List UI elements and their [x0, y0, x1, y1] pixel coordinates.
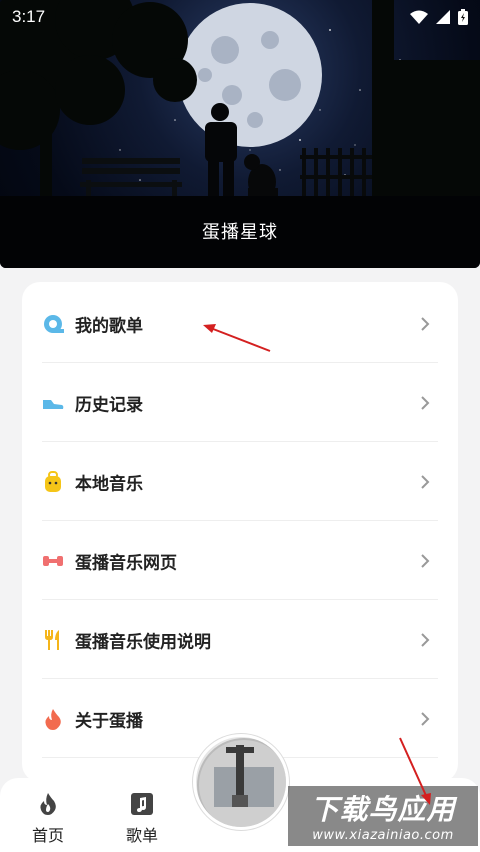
flame-nav-icon: [40, 793, 56, 815]
menu-item-label: 蛋播音乐使用说明: [75, 632, 211, 652]
shoe-icon: [43, 399, 64, 409]
wifi-icon: [410, 10, 428, 24]
chevron-right-icon: [421, 553, 430, 568]
status-time: 3:17: [12, 7, 46, 26]
watermark: 下载鸟应用 www.xiazainiao.com: [288, 786, 478, 846]
chevron-right-icon: [421, 474, 430, 489]
menu-item-my-playlist[interactable]: 我的歌单: [22, 284, 458, 363]
status-icons: [410, 9, 468, 25]
status-bar: 3:17: [0, 0, 480, 34]
chevron-right-icon: [421, 632, 430, 647]
menu-item-label: 我的歌单: [75, 316, 143, 336]
menu-card: 我的歌单 历史记录 本地音乐 蛋播音乐网页 蛋播音乐使用说明 关于蛋播: [22, 282, 458, 782]
menu-item-instructions[interactable]: 蛋播音乐使用说明: [22, 600, 458, 679]
nav-home-label: 首页: [31, 826, 64, 845]
dog-silhouette: [244, 154, 278, 200]
now-playing-disc[interactable]: [193, 734, 289, 830]
flame-icon: [45, 708, 61, 730]
nav-playlist[interactable]: 歌单: [112, 788, 172, 848]
watermark-sub: www.xiazainiao.com: [312, 828, 454, 843]
planet-title: 蛋播星球: [202, 222, 278, 243]
watermark-main: 下载鸟应用: [310, 793, 456, 826]
signal-icon: [436, 10, 450, 24]
menu-item-label: 本地音乐: [75, 474, 143, 494]
nav-playlist-label: 歌单: [125, 826, 158, 845]
menu-item-web[interactable]: 蛋播音乐网页: [22, 521, 458, 600]
battery-icon: [458, 9, 468, 25]
playlist-icon: [44, 314, 64, 333]
header-banner: 3:17 蛋播星球: [0, 0, 480, 268]
menu-item-history[interactable]: 历史记录: [22, 363, 458, 442]
music-note-icon: [131, 793, 153, 815]
nav-home[interactable]: 首页: [18, 788, 78, 848]
chevron-right-icon: [421, 395, 430, 410]
menu-item-label: 蛋播音乐网页: [75, 553, 177, 573]
utensils-icon: [45, 629, 59, 650]
menu-item-label: 历史记录: [75, 395, 143, 415]
menu-item-label: 关于蛋播: [75, 711, 143, 731]
menu-item-local-music[interactable]: 本地音乐: [22, 442, 458, 521]
chevron-right-icon: [421, 711, 430, 726]
chevron-right-icon: [421, 316, 430, 331]
dumbbell-icon: [43, 555, 63, 566]
backpack-icon: [45, 470, 61, 492]
